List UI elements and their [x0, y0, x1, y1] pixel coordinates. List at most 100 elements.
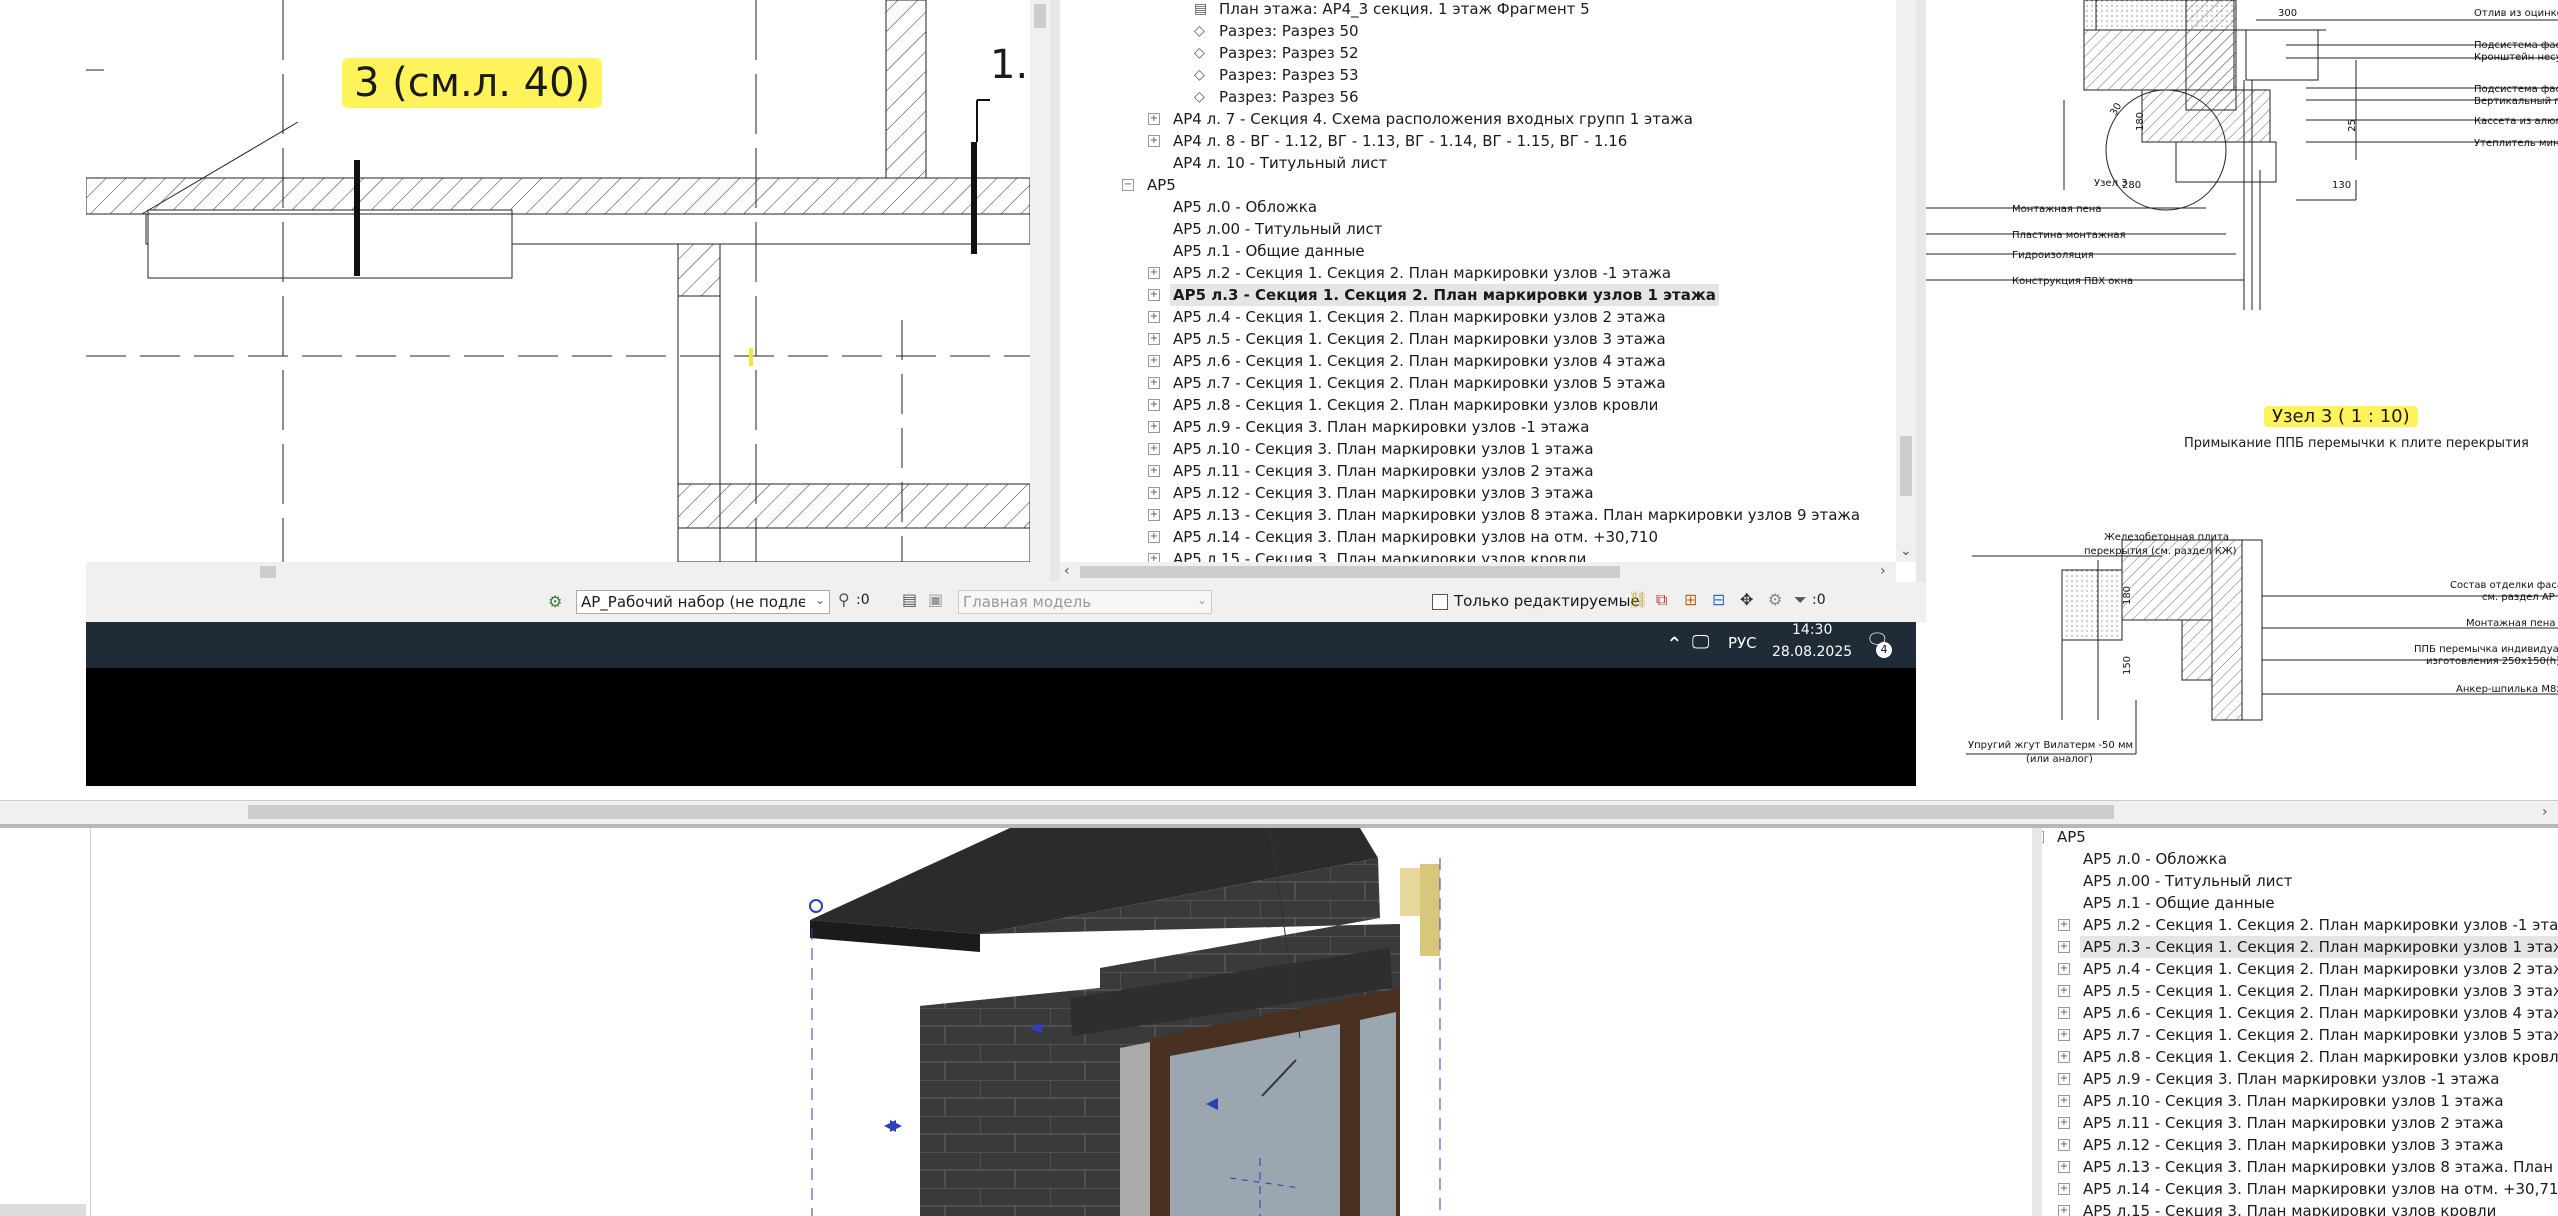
expand-icon[interactable]: +: [2058, 1205, 2070, 1216]
pane-splitter[interactable]: [1050, 0, 1060, 582]
note-right-5: Кассета из алюмин: [2474, 116, 2558, 127]
select-underlay-icon[interactable]: ⧉: [1656, 590, 1667, 610]
expand-icon[interactable]: +: [2058, 985, 2070, 997]
plan-view-canvas[interactable]: 3 (см.л. 40) 1.1: [86, 0, 1030, 562]
note-right-2: Кронштейн несущ: [2474, 52, 2558, 63]
note-left-1: Монтажная пена: [2012, 204, 2102, 215]
browser-top-hscroll-thumb[interactable]: [1080, 566, 1620, 578]
scroll-right-icon[interactable]: ›: [2542, 805, 2548, 819]
browser-top-vscroll[interactable]: ⌄: [1896, 0, 1916, 562]
collapse-icon[interactable]: −: [1122, 179, 1134, 191]
browser-tree-item-label: АР5: [2057, 828, 2086, 846]
chevron-up-icon[interactable]: ⌃: [1666, 632, 1683, 656]
drag-elements-icon[interactable]: ✥: [1740, 590, 1753, 609]
browser-tree-item-label: АР5 л.13 - Секция 3. План маркировки узл…: [2083, 1158, 2558, 1176]
lower-note-right-5: Анкер-шпилька М8х35: [2456, 684, 2558, 695]
editable-requests-icon[interactable]: ⚲: [838, 590, 850, 609]
expand-icon[interactable]: +: [1148, 135, 1160, 147]
pane-splitter-bottom[interactable]: [2032, 828, 2042, 1216]
expand-icon[interactable]: +: [1148, 113, 1160, 125]
note-left-0: Узел 3: [2094, 178, 2128, 189]
design-option-icon[interactable]: ▣: [928, 590, 943, 609]
select-by-face-icon[interactable]: ⊟: [1712, 590, 1725, 609]
main-hscroll[interactable]: ›: [0, 800, 2558, 825]
browser-tree-item-label: АР5 л.1 - Общие данные: [1173, 242, 1365, 260]
scroll-left-icon[interactable]: ‹: [1064, 564, 1070, 578]
expand-icon[interactable]: +: [1148, 289, 1160, 301]
filter-icon[interactable]: ⏷: [1794, 590, 1807, 610]
expand-icon[interactable]: +: [2058, 1161, 2070, 1173]
3d-view-canvas[interactable]: [0, 828, 2032, 1216]
expand-icon[interactable]: +: [2058, 1073, 2070, 1085]
workset-icon[interactable]: ⚙: [548, 592, 566, 611]
notification-badge: 4: [1876, 642, 1892, 658]
language-indicator[interactable]: РУС: [1728, 634, 1757, 652]
expand-icon[interactable]: +: [2058, 1029, 2070, 1041]
expand-icon[interactable]: +: [1148, 465, 1160, 477]
3d-view-scroll-stub[interactable]: [0, 1204, 86, 1216]
expand-icon[interactable]: +: [1148, 443, 1160, 455]
browser-tree-item-label: АР5 л.9 - Секция 3. План маркировки узло…: [2083, 1070, 2500, 1088]
browser-tree-item-label: Разрез: Разрез 50: [1219, 22, 1359, 40]
expand-icon[interactable]: +: [1148, 553, 1160, 562]
browser-tree-item-label: АР5 л.1 - Общие данные: [2083, 894, 2275, 912]
partial-callout-label: 1.1: [990, 42, 1030, 88]
expand-icon[interactable]: +: [1148, 399, 1160, 411]
clock-time[interactable]: 14:30: [1792, 622, 1832, 638]
expand-icon[interactable]: +: [2058, 1007, 2070, 1019]
expand-icon[interactable]: +: [1148, 267, 1160, 279]
browser-top-hscroll[interactable]: ‹ ›: [1060, 562, 1896, 582]
note-left-2: Пластина монтажная: [2012, 230, 2126, 241]
scroll-corner: [1030, 562, 1050, 582]
browser-tree-item-label: АР5: [1147, 176, 1176, 194]
expand-icon[interactable]: +: [2058, 1051, 2070, 1063]
design-option-dropdown[interactable]: Главная модель ⌄: [958, 590, 1212, 614]
expand-icon[interactable]: +: [1148, 333, 1160, 345]
expand-icon[interactable]: +: [2058, 919, 2070, 931]
browser-tree-item-label: АР5 л.6 - Секция 1. Секция 2. План марки…: [2083, 1004, 2558, 1022]
expand-icon[interactable]: +: [2058, 963, 2070, 975]
background-process-icon[interactable]: ⚙: [1768, 590, 1782, 609]
browser-tree-item-label: АР5 л.14 - Секция 3. План маркировки узл…: [2083, 1180, 2558, 1198]
browser-tree-item-label: Разрез: Разрез 52: [1219, 44, 1359, 62]
plan-view-vscroll-thumb[interactable]: [1034, 4, 1046, 28]
browser-scroll-down-icon[interactable]: ⌄: [1900, 544, 1912, 558]
detail-view-canvas[interactable]: 300 280 130 180 30 25 180 150 Отлив из о…: [1926, 0, 2558, 790]
expand-icon[interactable]: +: [1148, 487, 1160, 499]
expand-icon[interactable]: +: [1148, 421, 1160, 433]
clock-date[interactable]: 28.08.2025: [1772, 644, 1852, 660]
plan-view-hscroll[interactable]: [86, 562, 1030, 582]
lower-note-right-1: см. раздел АР: [2482, 592, 2555, 603]
main-hscroll-thumb[interactable]: [248, 805, 2114, 819]
plan-view-vscroll[interactable]: ⌄: [1030, 0, 1050, 578]
expand-icon[interactable]: +: [2058, 1117, 2070, 1129]
editable-only-checkbox[interactable]: [1432, 594, 1448, 610]
expand-icon[interactable]: +: [1148, 509, 1160, 521]
expand-icon[interactable]: +: [2058, 941, 2070, 953]
note-left-3: Гидроизоляция: [2012, 250, 2094, 261]
expand-icon[interactable]: +: [1148, 311, 1160, 323]
expand-icon[interactable]: +: [2058, 1095, 2070, 1107]
network-icon[interactable]: 🖵: [1692, 632, 1709, 653]
scroll-right-icon[interactable]: ›: [1880, 564, 1886, 578]
project-browser-tree-bottom: − АР5 АР5 л.0 - Обложка АР5 л.00 - Титульны…: [2042, 828, 2558, 1216]
design-options-icon[interactable]: ▤: [902, 590, 917, 609]
expand-icon[interactable]: +: [1148, 377, 1160, 389]
dim-25: 25: [2346, 119, 2358, 132]
expand-icon[interactable]: +: [2058, 1183, 2070, 1195]
expand-icon[interactable]: +: [1148, 531, 1160, 543]
workset-dropdown[interactable]: АР_Рабочий набор (не подлежит ⌄: [576, 590, 830, 614]
browser-tree-item-label: АР5 л.10 - Секция 3. План маркировки узл…: [2083, 1092, 2504, 1110]
browser-tree-item-label: АР5 л.12 - Секция 3. План маркировки узл…: [1173, 484, 1594, 502]
lower-note-left-0: Железобетонная плита: [2104, 532, 2229, 543]
browser-tree-item-label: АР5 л.9 - Секция 3. План маркировки узло…: [1173, 418, 1590, 436]
browser-top-vscroll-thumb[interactable]: [1900, 436, 1912, 496]
browser-tree-item-label: АР5 л.14 - Секция 3. План маркировки узл…: [1173, 528, 1659, 546]
expand-icon[interactable]: +: [2058, 1139, 2070, 1151]
collapse-icon[interactable]: −: [2042, 831, 2044, 843]
plan-view-hscroll-thumb[interactable]: [260, 566, 276, 578]
expand-icon[interactable]: +: [1148, 355, 1160, 367]
chevron-down-icon: ⌄: [1196, 593, 1207, 607]
select-links-icon[interactable]: ⛓: [1628, 590, 1648, 609]
select-pinned-icon[interactable]: ⊞: [1684, 590, 1697, 609]
